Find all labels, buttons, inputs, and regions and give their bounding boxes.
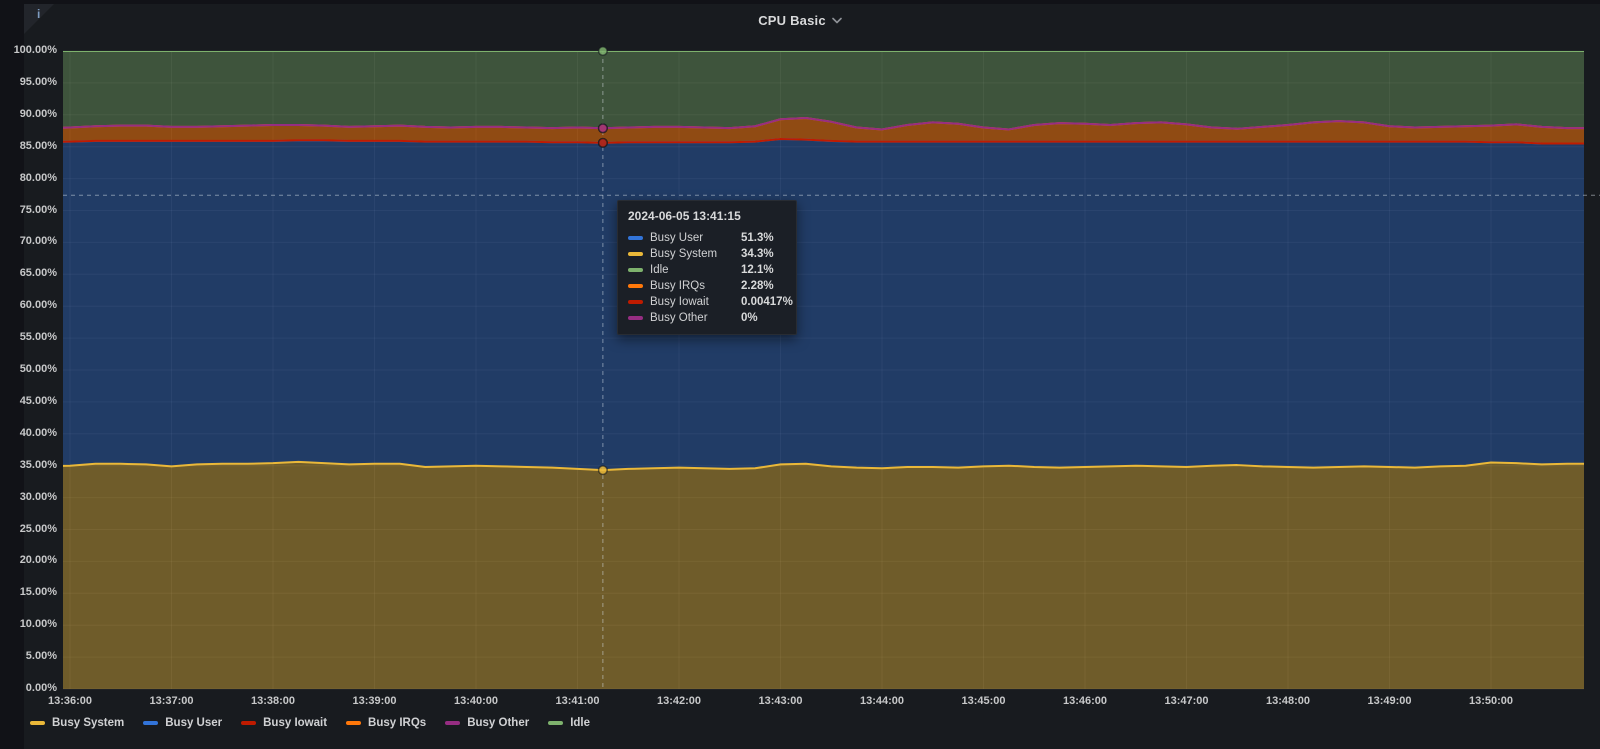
- y-tick-label: 40.00%: [19, 426, 57, 439]
- legend-item-busy-system[interactable]: Busy System: [30, 717, 124, 729]
- y-tick-label: 75.00%: [19, 203, 57, 216]
- legend-item-busy-user[interactable]: Busy User: [143, 717, 222, 729]
- x-tick-label: 13:40:00: [453, 695, 499, 707]
- legend: Busy System Busy User Busy Iowait Busy IRQs…: [30, 712, 590, 734]
- y-tick-label: 50.00%: [19, 363, 57, 375]
- y-tick-label: 65.00%: [19, 267, 57, 280]
- legend-swatch: [143, 721, 159, 725]
- tooltip-row: Busy IRQs 2.28%: [628, 278, 786, 294]
- tooltip-series-swatch: [628, 252, 643, 256]
- y-tick-label: 35.00%: [19, 458, 57, 471]
- tooltip-series-value: 12.1%: [741, 264, 774, 276]
- tooltip-series-value: 0.00417%: [741, 296, 793, 308]
- tooltip-series-label: Busy Iowait: [650, 296, 709, 308]
- legend-swatch: [346, 721, 362, 725]
- chevron-down-icon: [831, 17, 842, 24]
- y-tick-label: 55.00%: [19, 331, 57, 344]
- legend-item-busy-irqs[interactable]: Busy IRQs: [346, 717, 426, 729]
- x-tick-label: 13:46:00: [1062, 695, 1108, 707]
- panel-title: CPU Basic: [758, 12, 826, 28]
- x-tick-label: 13:37:00: [149, 695, 194, 707]
- x-tick-label: 13:36:00: [47, 695, 93, 707]
- y-tick-label: 30.00%: [19, 490, 57, 503]
- tooltip-series-value: 34.3%: [741, 248, 774, 260]
- legend-swatch: [30, 721, 45, 725]
- legend-item-busy-other[interactable]: Busy Other: [445, 717, 529, 729]
- legend-label: Busy IRQs: [368, 717, 427, 729]
- legend-swatch: [241, 721, 257, 725]
- legend-label: Busy User: [165, 717, 223, 729]
- x-tick-label: 13:38:00: [250, 695, 296, 707]
- y-tick-label: 20.00%: [19, 554, 57, 567]
- chart-canvas[interactable]: [0, 0, 1600, 749]
- tooltip-series-label: Busy User: [650, 232, 704, 244]
- x-tick-label: 13:48:00: [1265, 695, 1311, 707]
- x-tick-label: 13:39:00: [352, 695, 397, 707]
- tooltip-row: Busy System 34.3%: [628, 246, 786, 262]
- tooltip-row: Busy User 51.3%: [628, 230, 786, 246]
- hover-point: [597, 123, 608, 134]
- legend-label: Busy System: [52, 717, 125, 729]
- hover-point: [597, 137, 608, 148]
- legend-item-busy-iowait[interactable]: Busy Iowait: [241, 717, 327, 729]
- tooltip-series-label: Busy IRQs: [650, 280, 705, 292]
- hover-point: [597, 465, 608, 476]
- tooltip-timestamp: 2024-06-05 13:41:15: [628, 209, 741, 223]
- hover-point: [597, 45, 608, 57]
- legend-label: Busy Other: [467, 717, 530, 729]
- tooltip-series-label: Busy System: [650, 248, 718, 260]
- x-tick-label: 13:49:00: [1367, 695, 1412, 707]
- y-tick-label: 15.00%: [19, 586, 57, 599]
- x-tick-label: 13:41:00: [555, 695, 600, 707]
- tooltip-series-value: 2.28%: [741, 280, 774, 292]
- x-tick-label: 13:45:00: [961, 695, 1006, 707]
- tooltip-row: Busy Iowait 0.00417%: [628, 294, 793, 310]
- legend-swatch: [445, 721, 461, 725]
- y-tick-label: 10.00%: [19, 618, 57, 631]
- y-tick-label: 60.00%: [19, 299, 57, 312]
- tooltip-series-label: Busy Other: [650, 312, 708, 324]
- y-tick-label: 80.00%: [19, 171, 57, 184]
- x-tick-label: 13:43:00: [758, 695, 803, 707]
- panel-header[interactable]: CPU Basic: [0, 0, 1600, 40]
- y-tick-label: 95.00%: [19, 75, 57, 88]
- x-tick-label: 13:42:00: [656, 695, 702, 707]
- y-tick-label: 90.00%: [19, 107, 57, 120]
- tooltip-series-swatch: [628, 316, 643, 320]
- legend-item-idle[interactable]: Idle: [548, 717, 590, 729]
- y-tick-label: 45.00%: [19, 394, 57, 407]
- tooltip-series-swatch: [628, 300, 643, 304]
- x-tick-label: 13:47:00: [1164, 695, 1209, 707]
- legend-label: Busy Iowait: [263, 717, 328, 729]
- grafana-panel-screen: i CPU Basic 0.00% 5.00% 10.00% 15.00% 20.00%…: [0, 0, 1600, 749]
- y-tick-label: 25.00%: [19, 522, 57, 535]
- y-tick-label: 70.00%: [19, 235, 57, 248]
- legend-label: Idle: [570, 717, 591, 729]
- tooltip-series-swatch: [628, 284, 643, 288]
- tooltip-series-value: 51.3%: [741, 232, 774, 244]
- legend-swatch: [548, 721, 564, 725]
- tooltip-row: Idle 12.1%: [628, 262, 786, 278]
- tooltip-series-label: Idle: [650, 264, 669, 276]
- tooltip-series-value: 0%: [741, 312, 758, 324]
- tooltip-series-swatch: [628, 236, 643, 240]
- x-tick-label: 13:50:00: [1468, 695, 1514, 707]
- hover-tooltip: 2024-06-05 13:41:15 Busy User 51.3% Busy S…: [617, 200, 797, 335]
- tooltip-row: Busy Other 0%: [628, 310, 786, 326]
- x-tick-label: 13:44:00: [859, 695, 905, 707]
- y-tick-label: 5.00%: [25, 650, 57, 663]
- y-tick-label: 0.00%: [25, 682, 57, 694]
- y-tick-label: 85.00%: [19, 139, 57, 152]
- tooltip-series-swatch: [628, 268, 643, 272]
- y-tick-label: 100.00%: [13, 44, 57, 56]
